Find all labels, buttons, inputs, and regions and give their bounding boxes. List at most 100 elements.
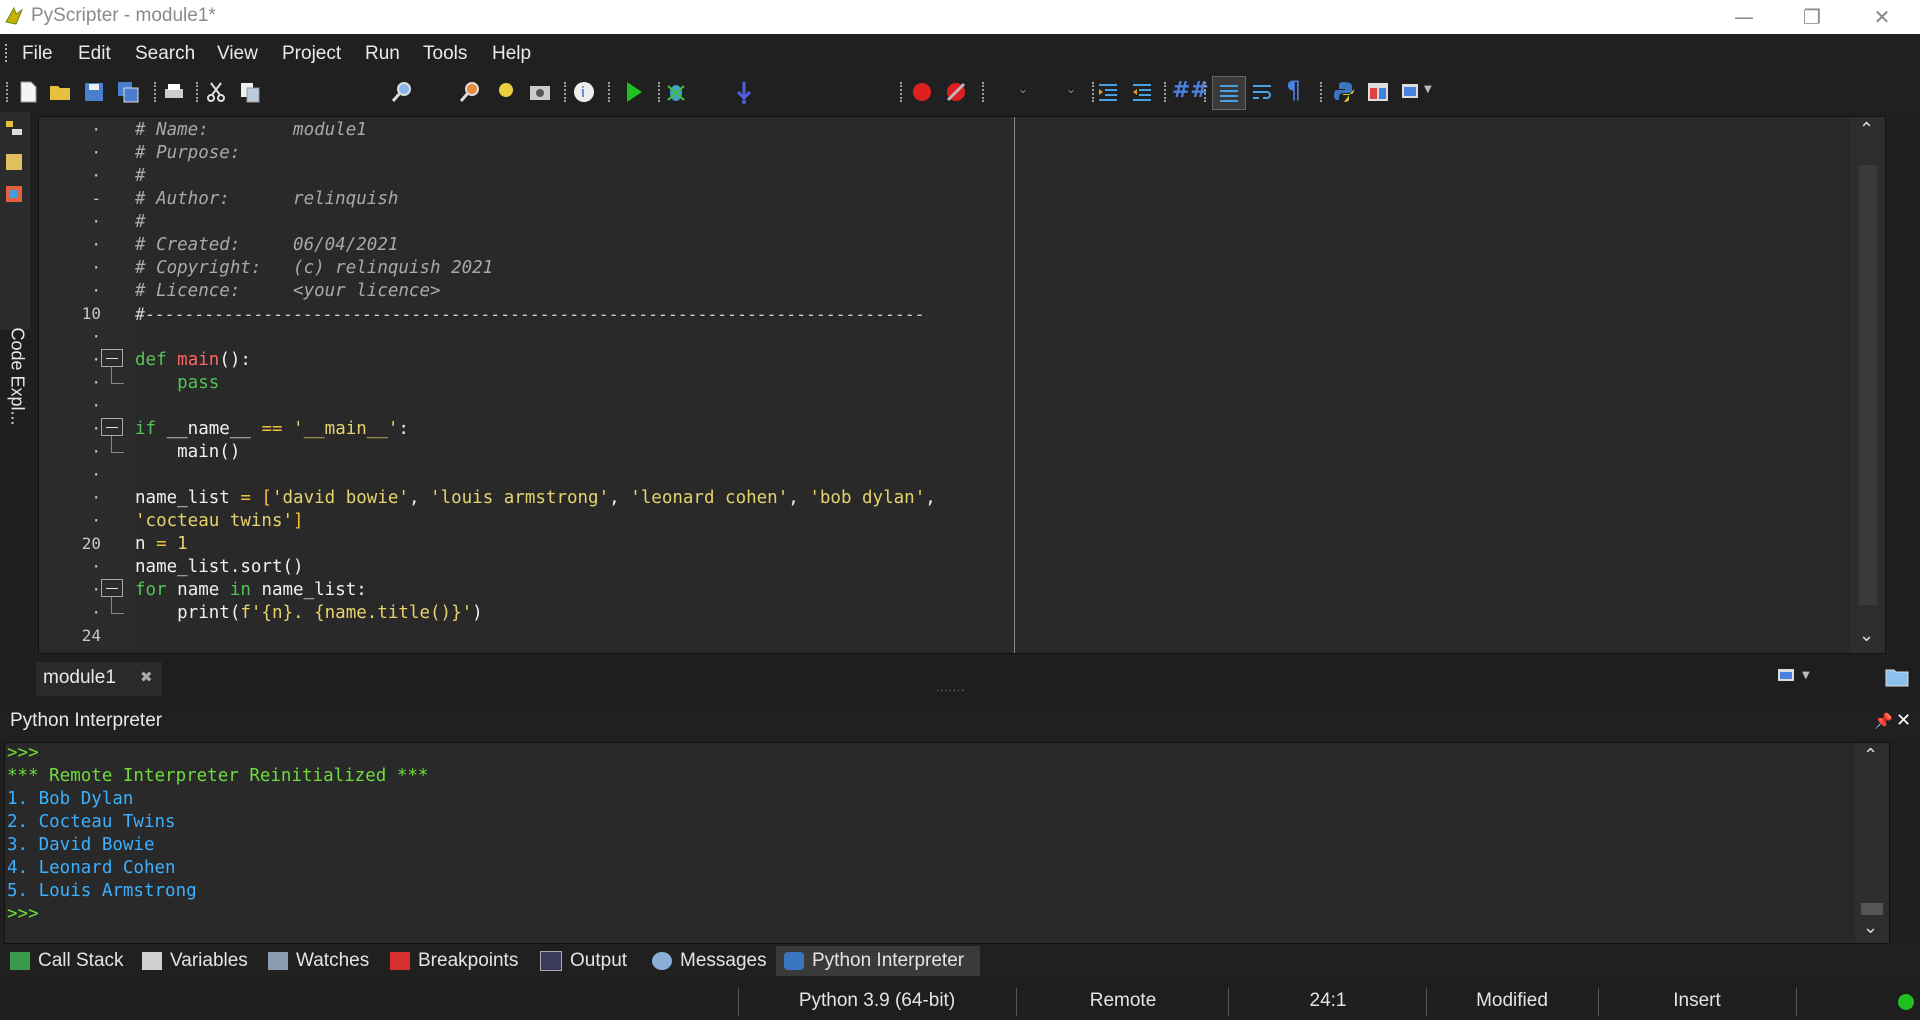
line-number: · [91,419,101,438]
tab-close-icon[interactable]: ✖ [140,668,153,686]
tab-breakpoints[interactable]: Breakpoints [390,946,518,976]
scroll-down-icon[interactable]: ⌄ [1863,917,1878,938]
splitter-grip[interactable]: ······· [936,686,965,697]
console-vertical-scrollbar[interactable]: ⌃ ⌄ [1855,743,1889,943]
scroll-down-icon[interactable]: ⌄ [1859,625,1874,646]
fold-toggle[interactable] [101,418,123,436]
dropdown-chevron-icon[interactable]: ⌄ [1066,82,1076,96]
menu-edit[interactable]: Edit [78,43,111,65]
messages-icon [652,952,672,970]
menu-grip [5,44,9,62]
screenshot-icon[interactable] [528,80,552,104]
scrollbar-thumb[interactable] [1861,903,1883,915]
restore-icon: ❐ [1803,5,1821,29]
toggle-breakpoint-icon[interactable] [910,80,934,104]
file-explorer-icon[interactable] [4,118,24,138]
menu-help[interactable]: Help [492,43,531,65]
window-list-icon[interactable] [1776,666,1800,688]
word-wrap-icon[interactable] [1250,80,1274,104]
title-bar: PyScripter - module1* — ❐ ✕ [0,0,1920,34]
active-toolbar-toggle[interactable] [1212,76,1246,110]
line-number: · [91,465,101,484]
right-margin-line [1014,117,1015,653]
step-into-icon[interactable] [732,80,756,104]
status-engine: Remote [1089,990,1157,1011]
pilcrow-icon[interactable]: ¶ [1286,76,1301,104]
scrollbar-thumb[interactable] [1859,165,1877,605]
debug-icon[interactable] [664,80,688,104]
info-icon[interactable]: i [572,80,596,104]
tab-messages[interactable]: Messages [652,946,767,976]
close-panel-icon[interactable]: ✕ [1896,710,1911,731]
code-explorer-tab[interactable]: Code Expl... [4,328,28,440]
toolbar-separator [196,82,200,102]
status-python-version: Python 3.9 (64-bit) [798,990,956,1011]
project-explorer-icon[interactable] [4,152,24,172]
indent-icon[interactable] [1096,80,1120,104]
cut-icon[interactable] [204,80,228,104]
tab-variables[interactable]: Variables [142,946,248,976]
console-line: 3. David Bowie [7,835,155,855]
clear-breakpoints-icon[interactable] [944,80,968,104]
dropdown-arrow-icon[interactable]: ▼ [1802,670,1810,681]
code-line: name_list = ['david bowie', 'louis armst… [135,488,936,508]
interpreter-title: Python Interpreter [10,710,163,731]
dropdown-arrow-icon[interactable]: ▼ [1424,84,1432,95]
line-number: · [91,488,101,507]
menu-file[interactable]: File [22,43,53,65]
replace-icon[interactable] [494,80,518,104]
engine-status-indicator [1898,994,1914,1010]
dropdown-chevron-icon[interactable]: ⌄ [1018,82,1028,96]
windows-layout-icon[interactable] [1400,80,1424,104]
tab-call-stack[interactable]: Call Stack [10,946,124,976]
code-line: # Name: module1 [135,120,367,140]
restore-button[interactable]: ❐ [1782,0,1842,34]
call-stack-icon [10,952,30,970]
code-line: if __name__ == '__main__': [135,419,409,439]
save-icon[interactable] [82,80,106,104]
scroll-up-icon[interactable]: ⌃ [1859,119,1874,140]
menu-run[interactable]: Run [365,43,400,65]
code-editor[interactable]: · · · - · · · · 10 · · · · · · · · · 20 · · · 24 # Name: modul… [38,116,1886,654]
status-divider [738,988,739,1016]
line-number-gutter: · · · - · · · · 10 · · · · · · · · · 20 · · · 24 [39,117,135,653]
python-icon[interactable] [1332,80,1356,104]
dedent-icon[interactable] [1130,80,1154,104]
menu-search[interactable]: Search [135,43,195,65]
new-file-icon[interactable] [16,80,40,104]
code-explorer-icon[interactable] [4,184,24,204]
print-icon[interactable] [162,80,186,104]
find-next-icon[interactable] [458,80,482,104]
find-icon[interactable] [390,80,414,104]
line-number: · [91,327,101,346]
pin-icon[interactable]: 📌 [1874,712,1893,730]
tab-python-interpreter[interactable]: Python Interpreter [776,946,980,976]
run-icon[interactable] [622,80,646,104]
scroll-up-icon[interactable]: ⌃ [1863,745,1878,766]
minimize-button[interactable]: — [1714,0,1774,34]
line-number: · [91,557,101,576]
save-all-icon[interactable] [116,80,140,104]
layout-icon[interactable] [1366,80,1390,104]
editor-tabs-bar: module1 ✖ ······· ▼ [36,662,1920,697]
console-line: 1. Bob Dylan [7,789,134,809]
code-line: # Purpose: [135,143,241,163]
editor-vertical-scrollbar[interactable]: ⌃ ⌄ [1851,117,1885,653]
fold-toggle[interactable] [101,349,123,367]
menu-project[interactable]: Project [282,43,341,65]
fold-toggle[interactable] [101,579,123,597]
open-folder-icon[interactable] [48,80,72,104]
tab-watches[interactable]: Watches [268,946,369,976]
folder-icon[interactable] [1884,666,1910,688]
menu-tools[interactable]: Tools [423,43,467,65]
tab-module1[interactable]: module1 ✖ [36,662,162,696]
line-number: · [91,396,101,415]
copy-icon[interactable] [238,80,262,104]
code-line: # Author: relinquish [135,189,399,209]
interpreter-console[interactable]: >>> *** Remote Interpreter Reinitialized… [4,742,1890,944]
pyscripter-logo-icon [5,6,24,25]
tab-output[interactable]: Output [540,946,627,976]
toolbar: i ⌄ ⌄ ## ¶ ▼ [0,72,1920,112]
close-button[interactable]: ✕ [1852,0,1912,34]
menu-view[interactable]: View [217,43,258,65]
